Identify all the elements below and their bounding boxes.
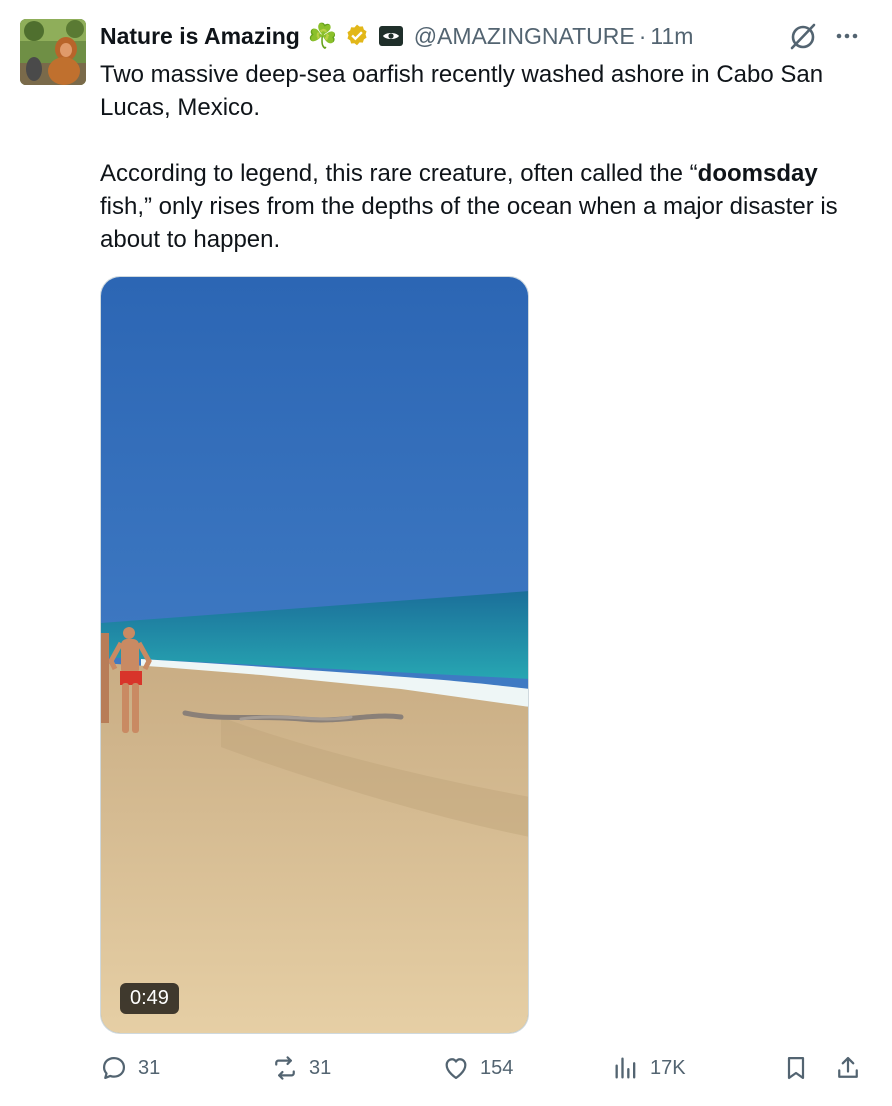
tweet-text-segment: fish,” only rises from the depths of the…	[100, 193, 838, 253]
repost-button[interactable]: 31	[271, 1054, 331, 1082]
clover-emoji: ☘️	[307, 22, 338, 50]
tweet-header: Nature is Amazing ☘️ @AMAZINGNATURE · 11…	[100, 20, 693, 52]
like-button[interactable]: 154	[442, 1054, 513, 1082]
video-player[interactable]: 0:49	[100, 276, 529, 1034]
reply-icon	[102, 1056, 126, 1080]
bookmark-icon	[787, 1056, 805, 1080]
repost-icon	[275, 1056, 295, 1080]
author-name[interactable]: Nature is Amazing	[100, 23, 300, 50]
separator-dot: ·	[638, 22, 647, 49]
video-duration: 0:49	[120, 983, 179, 1014]
more-icon[interactable]	[833, 22, 861, 50]
reply-count: 31	[138, 1056, 161, 1079]
like-count: 154	[480, 1056, 514, 1079]
share-button[interactable]	[834, 1054, 872, 1082]
heart-icon	[445, 1058, 467, 1080]
author-handle[interactable]: @AMAZINGNATURE	[414, 23, 635, 50]
post-time[interactable]: 11m	[650, 23, 693, 50]
avatar[interactable]	[20, 19, 86, 85]
action-bar: 31 31 154 17K	[100, 1054, 870, 1090]
video-thumbnail	[101, 277, 528, 1033]
views-icon	[615, 1057, 636, 1079]
tweet-paragraph-2: According to legend, this rare creature,…	[100, 157, 870, 256]
affiliate-badge-icon[interactable]	[378, 25, 404, 47]
bookmark-button[interactable]	[782, 1054, 820, 1082]
views-count: 17K	[650, 1056, 686, 1079]
tweet-paragraph-1: Two massive deep-sea oarfish recently wa…	[100, 61, 824, 121]
reply-button[interactable]: 31	[100, 1054, 160, 1082]
tweet-text: Two massive deep-sea oarfish recently wa…	[100, 58, 870, 256]
grok-icon[interactable]	[787, 20, 819, 52]
share-icon	[838, 1056, 858, 1078]
repost-count: 31	[309, 1056, 332, 1079]
avatar-image	[20, 19, 86, 85]
verified-badge-icon[interactable]	[344, 23, 370, 49]
tweet-text-segment: According to legend, this rare creature,…	[100, 160, 698, 187]
tweet-bold-word: doomsday	[697, 160, 818, 187]
views-button[interactable]: 17K	[612, 1054, 686, 1082]
